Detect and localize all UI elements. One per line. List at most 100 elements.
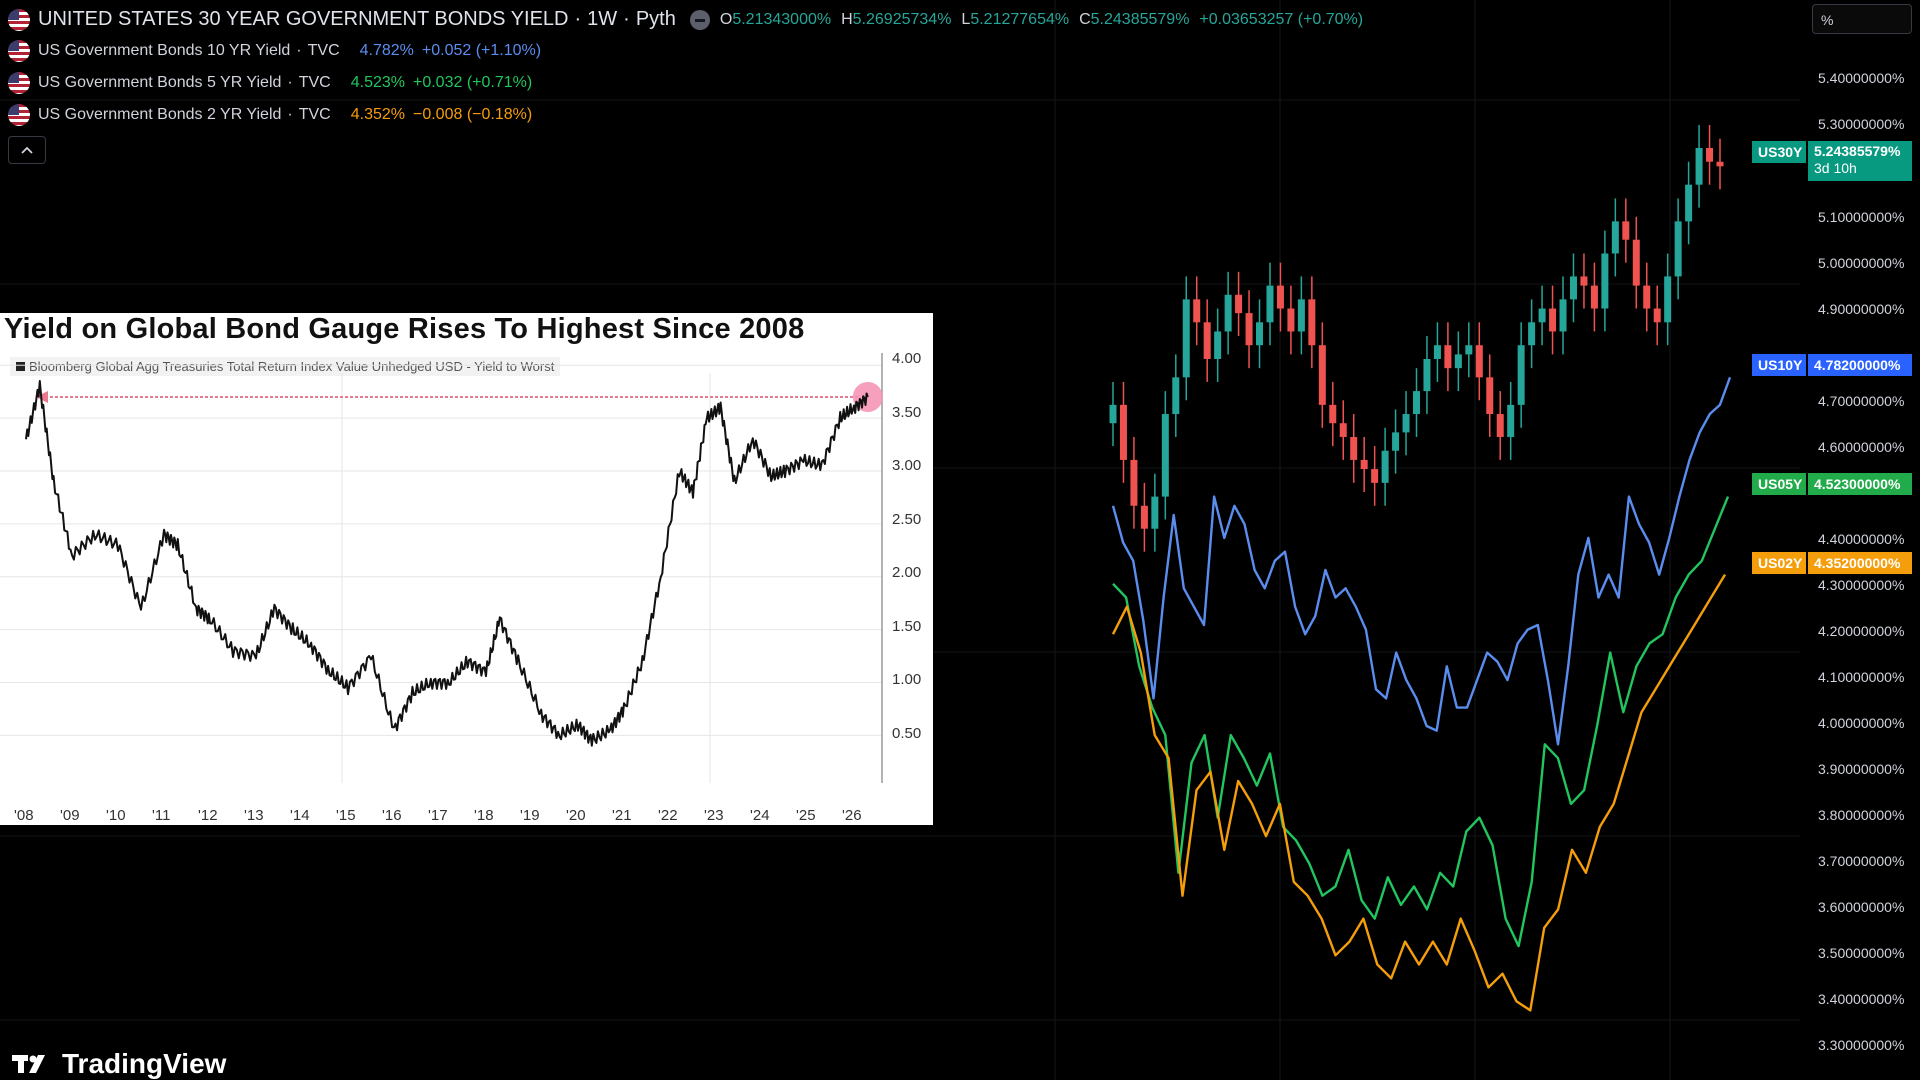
- candle-body: [1172, 377, 1180, 415]
- price-axis-label: 3.60000000%: [1818, 899, 1905, 915]
- candle-body: [1611, 221, 1619, 254]
- candle-body: [1695, 147, 1703, 185]
- inset-x-tick: '17: [428, 807, 448, 824]
- candle-body: [1465, 345, 1473, 355]
- candle-body: [1161, 414, 1169, 497]
- price-axis-label: 4.60000000%: [1818, 439, 1905, 455]
- price-axis-label: 4.00000000%: [1818, 715, 1905, 731]
- candle-body: [1454, 354, 1462, 369]
- legend-name: US Government Bonds 10 YR Yield: [38, 42, 291, 59]
- candle-body: [1423, 358, 1431, 392]
- candle-body: [1308, 299, 1316, 346]
- ohlc-open: O5.21343000%: [719, 10, 832, 28]
- legend-value: 4.352%: [350, 106, 405, 123]
- candle-body: [1706, 147, 1714, 162]
- inset-x-tick: '15: [336, 807, 356, 824]
- price-axis-label: 5.30000000%: [1818, 116, 1905, 132]
- candle-body: [1130, 459, 1138, 506]
- price-tag-value-us02y: 4.35200000%: [1808, 552, 1912, 574]
- candle-body: [1528, 322, 1536, 346]
- inset-x-tick: '22: [658, 807, 678, 824]
- candle-body: [1559, 299, 1567, 332]
- inset-x-tick: '19: [520, 807, 540, 824]
- inset-x-tick: '24: [750, 807, 770, 824]
- inset-y-tick: 4.00: [892, 350, 922, 367]
- candle-body: [1256, 322, 1264, 346]
- legend-value: 4.782%: [359, 42, 414, 59]
- series-line: [1112, 496, 1730, 948]
- legend-change: +0.032 (+0.71%): [412, 74, 533, 91]
- scale-mode-field[interactable]: %: [1812, 4, 1912, 34]
- inset-x-tick: '09: [60, 807, 80, 824]
- legend-change: −0.008 (−0.18%): [412, 106, 533, 123]
- candle-body: [1590, 285, 1598, 309]
- price-tag-value-us30y: 5.24385579% 3d 10h: [1808, 141, 1912, 181]
- price-tag-symbol-us02y: US02Y: [1752, 552, 1806, 574]
- candle-body: [1486, 377, 1494, 415]
- price-axis-label: 3.50000000%: [1818, 945, 1905, 961]
- symbol-header[interactable]: UNITED STATES 30 YEAR GOVERNMENT BONDS Y…: [8, 8, 1373, 31]
- price-tag-value: 5.24385579%: [1814, 143, 1901, 159]
- tradingview-logo[interactable]: TradingView: [12, 1048, 226, 1080]
- legend-source: TVC: [307, 42, 340, 59]
- collapse-legend-button[interactable]: [8, 136, 46, 164]
- candle-body: [1329, 404, 1337, 424]
- tradingview-logo-icon: [12, 1055, 45, 1073]
- us-flag-icon: [8, 104, 30, 126]
- candle-body: [1475, 345, 1483, 378]
- candle-body: [1569, 276, 1577, 300]
- inset-y-tick: 1.00: [892, 671, 922, 688]
- candle-body: [1235, 294, 1243, 314]
- chevron-up-icon: [21, 146, 33, 154]
- candle-body: [1224, 294, 1232, 332]
- inset-x-tick: '26: [842, 807, 862, 824]
- legend-row-us02y[interactable]: US Government Bonds 2 YR Yield · TVC 4.3…: [8, 104, 532, 126]
- us-flag-icon: [8, 40, 30, 62]
- minimize-icon[interactable]: [689, 9, 710, 30]
- legend-change: +0.052 (+1.10%): [421, 42, 542, 59]
- candle-body: [1266, 285, 1274, 323]
- candle-body: [1622, 221, 1630, 240]
- us-flag-icon: [8, 72, 30, 94]
- candle-body: [1287, 308, 1295, 332]
- candle-body: [1193, 299, 1201, 323]
- series-line: [1111, 376, 1732, 746]
- candle-body: [1632, 239, 1640, 286]
- price-axis-label: 4.30000000%: [1818, 577, 1905, 593]
- price-axis-label: 3.70000000%: [1818, 853, 1905, 869]
- symbol-title: UNITED STATES 30 YEAR GOVERNMENT BONDS Y…: [38, 8, 569, 30]
- candle-body: [1203, 322, 1211, 359]
- inset-x-tick: '14: [290, 807, 310, 824]
- ohlc-high: H5.26925734%: [841, 10, 952, 28]
- candle-body: [1350, 436, 1358, 460]
- candle-body: [1339, 423, 1347, 437]
- legend-name: US Government Bonds 5 YR Yield: [38, 74, 282, 91]
- legend-row-us10y[interactable]: US Government Bonds 10 YR Yield · TVC 4.…: [8, 40, 541, 62]
- candle-body: [1653, 308, 1661, 323]
- data-source: Pyth: [635, 8, 676, 30]
- candle-body: [1517, 345, 1525, 405]
- candle-body: [1402, 414, 1410, 433]
- inset-x-tick: '11: [152, 807, 171, 824]
- legend-name: US Government Bonds 2 YR Yield: [38, 106, 282, 123]
- price-tag-value-us05y: 4.52300000%: [1808, 473, 1912, 495]
- candle-body: [1580, 276, 1588, 286]
- series-line: [1111, 573, 1727, 1012]
- candle-body: [1276, 285, 1284, 309]
- inset-x-tick: '21: [612, 807, 632, 824]
- candle-body: [1496, 414, 1504, 437]
- legend-row-us05y[interactable]: US Government Bonds 5 YR Yield · TVC 4.5…: [8, 72, 532, 94]
- inset-y-tick: 2.50: [892, 511, 922, 528]
- candle-body: [1381, 450, 1389, 483]
- inset-x-tick: '25: [796, 807, 816, 824]
- candle-body: [1392, 432, 1400, 451]
- price-axis-label: 5.40000000%: [1818, 70, 1905, 86]
- candle-body: [1674, 221, 1682, 277]
- inset-y-tick: 1.50: [892, 618, 922, 635]
- price-axis-label: 5.00000000%: [1818, 255, 1905, 271]
- inset-y-tick: 0.50: [892, 725, 922, 742]
- inset-x-tick: '10: [106, 807, 126, 824]
- candle-body: [1214, 331, 1222, 359]
- price-axis-label: 5.10000000%: [1818, 209, 1905, 225]
- candle-body: [1360, 459, 1368, 470]
